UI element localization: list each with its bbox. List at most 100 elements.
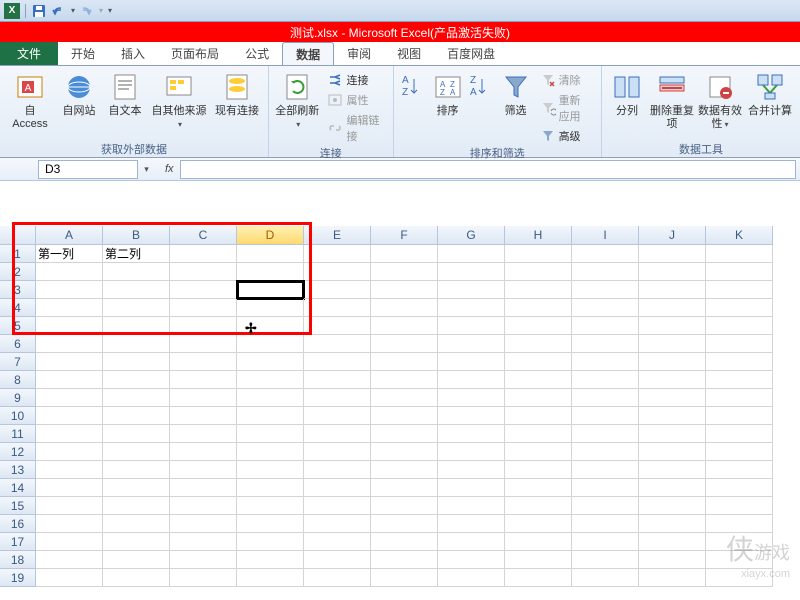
row-header[interactable]: 11 [0, 425, 36, 443]
cell-F1[interactable] [371, 245, 438, 263]
col-header-G[interactable]: G [438, 226, 505, 245]
row-header[interactable]: 17 [0, 533, 36, 551]
cell-K14[interactable] [706, 479, 773, 497]
cell-H15[interactable] [505, 497, 572, 515]
from-text-button[interactable]: 自文本 [104, 69, 146, 118]
cell-F6[interactable] [371, 335, 438, 353]
cell-F11[interactable] [371, 425, 438, 443]
cell-K5[interactable] [706, 317, 773, 335]
col-header-I[interactable]: I [572, 226, 639, 245]
cell-J2[interactable] [639, 263, 706, 281]
from-web-button[interactable]: 自网站 [58, 69, 100, 118]
text-to-columns-button[interactable]: 分列 [608, 69, 646, 118]
cell-B6[interactable] [103, 335, 170, 353]
cell-A16[interactable] [36, 515, 103, 533]
cell-E14[interactable] [304, 479, 371, 497]
cell-C6[interactable] [170, 335, 237, 353]
advanced-filter-button[interactable]: 高级 [536, 127, 595, 145]
cell-C12[interactable] [170, 443, 237, 461]
cell-I8[interactable] [572, 371, 639, 389]
sort-button[interactable]: AZZA排序 [432, 69, 464, 118]
cell-A1[interactable]: 第一列 [36, 245, 103, 263]
cell-K18[interactable] [706, 551, 773, 569]
cell-A8[interactable] [36, 371, 103, 389]
redo-dropdown[interactable]: ▾ [99, 6, 103, 15]
row-header[interactable]: 1 [0, 245, 36, 263]
cell-A3[interactable] [36, 281, 103, 299]
tab-review[interactable]: 审阅 [334, 42, 384, 65]
cell-I2[interactable] [572, 263, 639, 281]
cell-H2[interactable] [505, 263, 572, 281]
cell-C4[interactable] [170, 299, 237, 317]
cell-B16[interactable] [103, 515, 170, 533]
row-header[interactable]: 14 [0, 479, 36, 497]
cell-I10[interactable] [572, 407, 639, 425]
cell-B14[interactable] [103, 479, 170, 497]
cell-F19[interactable] [371, 569, 438, 587]
cell-F17[interactable] [371, 533, 438, 551]
cell-A11[interactable] [36, 425, 103, 443]
cell-J11[interactable] [639, 425, 706, 443]
cell-B18[interactable] [103, 551, 170, 569]
cell-H8[interactable] [505, 371, 572, 389]
row-header[interactable]: 5 [0, 317, 36, 335]
cell-G10[interactable] [438, 407, 505, 425]
cell-G9[interactable] [438, 389, 505, 407]
cell-B10[interactable] [103, 407, 170, 425]
cell-F18[interactable] [371, 551, 438, 569]
cell-F7[interactable] [371, 353, 438, 371]
row-header[interactable]: 3 [0, 281, 36, 299]
cell-E12[interactable] [304, 443, 371, 461]
cell-E4[interactable] [304, 299, 371, 317]
cell-G18[interactable] [438, 551, 505, 569]
cell-G1[interactable] [438, 245, 505, 263]
cell-I9[interactable] [572, 389, 639, 407]
cell-A13[interactable] [36, 461, 103, 479]
cell-A5[interactable] [36, 317, 103, 335]
cell-B13[interactable] [103, 461, 170, 479]
cell-H19[interactable] [505, 569, 572, 587]
cell-D1[interactable] [237, 245, 304, 263]
cell-H14[interactable] [505, 479, 572, 497]
cell-D16[interactable] [237, 515, 304, 533]
cell-B8[interactable] [103, 371, 170, 389]
cell-I3[interactable] [572, 281, 639, 299]
row-header[interactable]: 8 [0, 371, 36, 389]
select-all-corner[interactable] [0, 226, 36, 245]
cell-D12[interactable] [237, 443, 304, 461]
fx-icon[interactable]: fx [165, 163, 174, 175]
cell-A14[interactable] [36, 479, 103, 497]
cell-E3[interactable] [304, 281, 371, 299]
cell-H17[interactable] [505, 533, 572, 551]
cell-B15[interactable] [103, 497, 170, 515]
cell-I16[interactable] [572, 515, 639, 533]
tab-data[interactable]: 数据 [282, 42, 334, 65]
cell-E5[interactable] [304, 317, 371, 335]
col-header-H[interactable]: H [505, 226, 572, 245]
row-header[interactable]: 2 [0, 263, 36, 281]
cell-D6[interactable] [237, 335, 304, 353]
redo-icon[interactable] [78, 3, 94, 19]
cell-C19[interactable] [170, 569, 237, 587]
cell-K12[interactable] [706, 443, 773, 461]
cell-A17[interactable] [36, 533, 103, 551]
cell-G3[interactable] [438, 281, 505, 299]
namebox-dropdown[interactable]: ▾ [138, 164, 155, 175]
from-access-button[interactable]: A自 Access [6, 69, 54, 131]
cell-I6[interactable] [572, 335, 639, 353]
cell-K17[interactable] [706, 533, 773, 551]
cell-A15[interactable] [36, 497, 103, 515]
cell-C11[interactable] [170, 425, 237, 443]
cell-F13[interactable] [371, 461, 438, 479]
cell-E6[interactable] [304, 335, 371, 353]
col-header-J[interactable]: J [639, 226, 706, 245]
cell-B9[interactable] [103, 389, 170, 407]
tab-file[interactable]: 文件 [0, 42, 58, 65]
row-header[interactable]: 16 [0, 515, 36, 533]
cell-F3[interactable] [371, 281, 438, 299]
cell-H6[interactable] [505, 335, 572, 353]
tab-baidu[interactable]: 百度网盘 [434, 42, 508, 65]
cell-G17[interactable] [438, 533, 505, 551]
cell-H13[interactable] [505, 461, 572, 479]
cell-C17[interactable] [170, 533, 237, 551]
